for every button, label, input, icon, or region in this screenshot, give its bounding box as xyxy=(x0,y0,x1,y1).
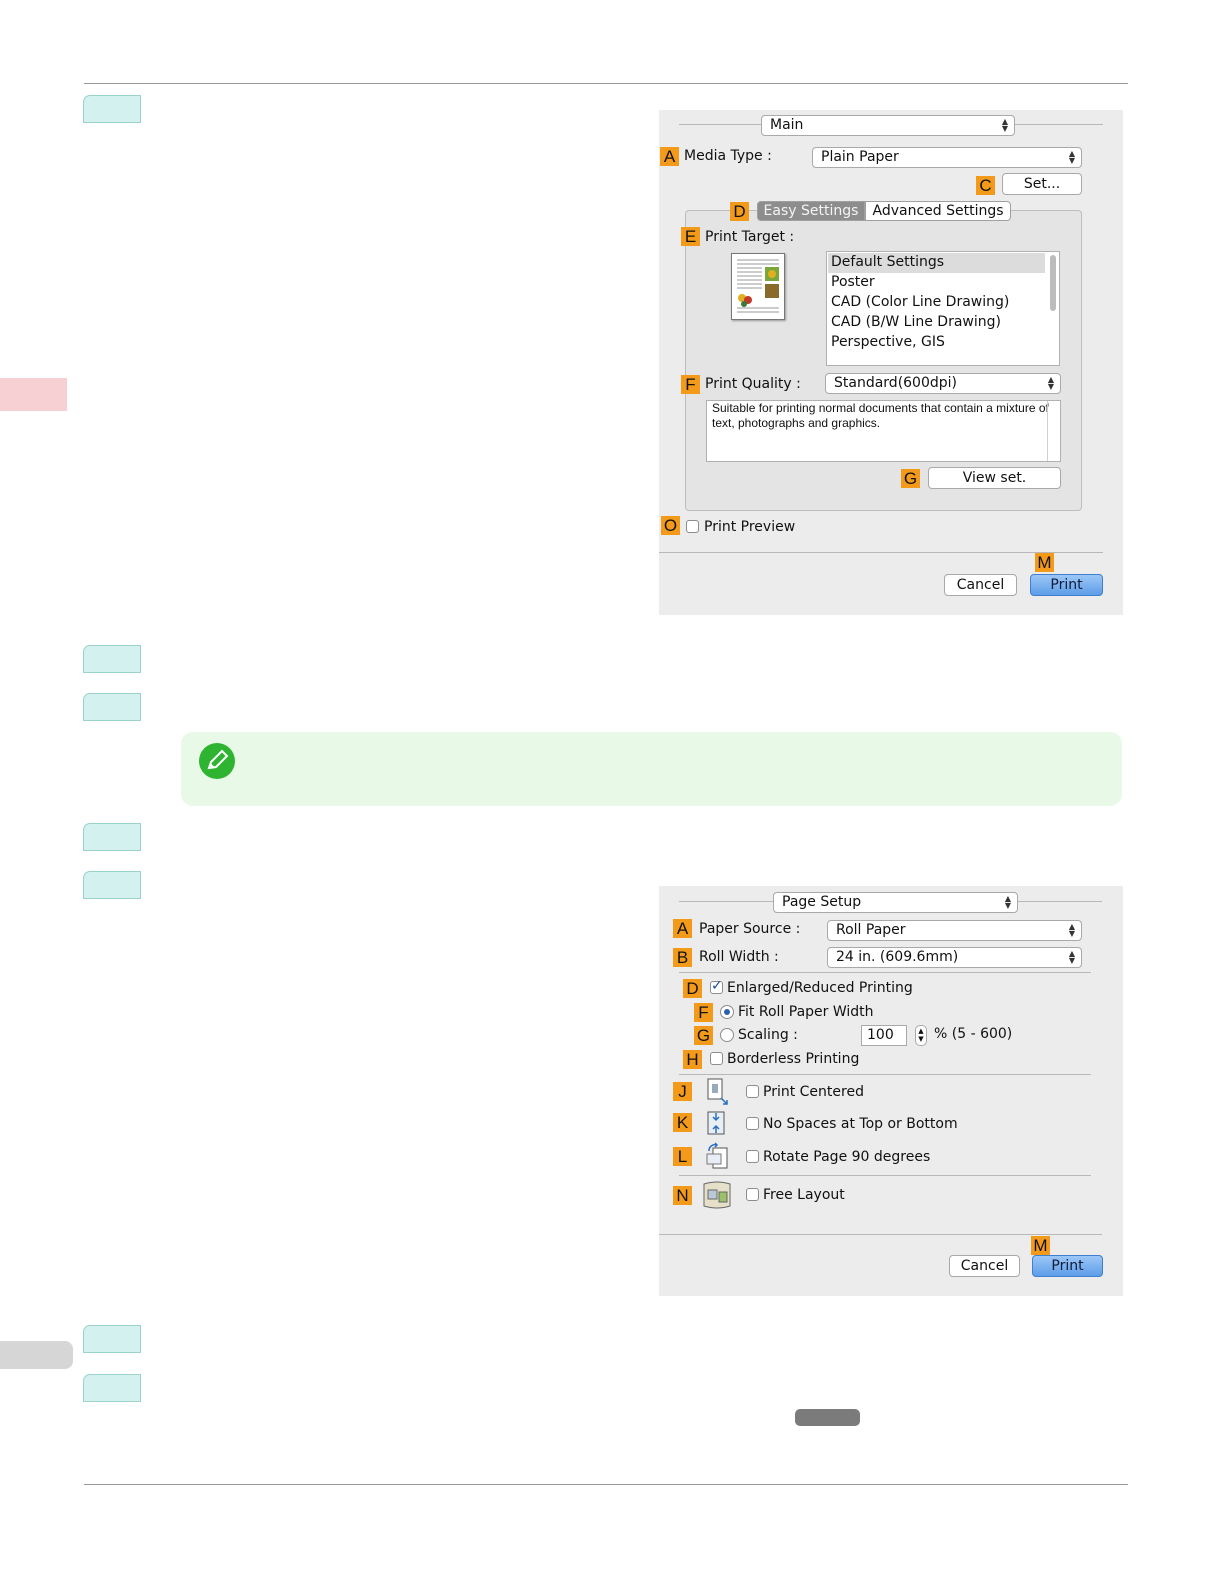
tab-advanced-settings[interactable]: Advanced Settings xyxy=(865,201,1011,221)
scaling-input[interactable]: 100 xyxy=(861,1025,907,1046)
roll-width-label: Roll Width : xyxy=(699,949,779,965)
no-spaces-label: No Spaces at Top or Bottom xyxy=(763,1116,958,1132)
print-quality-select[interactable]: Standard(600dpi) ▲ ▼ xyxy=(825,373,1061,394)
borderless-label: Borderless Printing xyxy=(727,1051,860,1067)
updown-arrows-icon: ▲ ▼ xyxy=(1001,117,1008,133)
step-marker xyxy=(83,1374,141,1402)
document-preview-icon xyxy=(731,253,785,320)
print-preview-checkbox[interactable] xyxy=(686,520,699,533)
step-marker xyxy=(83,693,141,721)
scaling-stepper[interactable]: ▲ ▼ xyxy=(915,1025,927,1046)
print-button[interactable]: Print xyxy=(1030,574,1103,596)
print-target-label: Print Target : xyxy=(705,229,795,245)
badge-g: G xyxy=(694,1026,713,1045)
free-layout-icon xyxy=(700,1178,734,1212)
badge-j: J xyxy=(673,1082,692,1101)
main-print-dialog: Main ▲ ▼ A Media Type : Plain Paper ▲ ▼ C … xyxy=(659,110,1123,615)
step-marker xyxy=(83,871,141,899)
updown-arrows-icon: ▲ ▼ xyxy=(1068,149,1075,165)
no-spaces-checkbox[interactable] xyxy=(746,1117,759,1130)
step-marker xyxy=(83,1325,141,1353)
updown-arrows-icon: ▲ ▼ xyxy=(1004,894,1011,910)
list-item[interactable]: Default Settings xyxy=(831,254,944,270)
scaling-radio[interactable] xyxy=(720,1028,734,1042)
list-item[interactable]: CAD (Color Line Drawing) xyxy=(831,294,1009,310)
cancel-button[interactable]: Cancel xyxy=(949,1255,1020,1277)
list-item[interactable]: Poster xyxy=(831,274,875,290)
roll-width-select[interactable]: 24 in. (609.6mm) ▲ ▼ xyxy=(827,947,1082,968)
chapter-side-tab xyxy=(0,378,67,411)
rotate-page-label: Rotate Page 90 degrees xyxy=(763,1149,931,1165)
print-button[interactable]: Print xyxy=(1032,1255,1103,1277)
panel-select[interactable]: Main ▲ ▼ xyxy=(761,115,1015,136)
media-type-select[interactable]: Plain Paper ▲ ▼ xyxy=(812,147,1082,168)
step-marker xyxy=(83,823,141,851)
cancel-button[interactable]: Cancel xyxy=(944,574,1017,596)
badge-a: A xyxy=(673,919,692,938)
enlarged-printing-checkbox[interactable] xyxy=(710,978,723,994)
fit-roll-width-radio[interactable] xyxy=(720,1005,734,1019)
list-item[interactable]: CAD (B/W Line Drawing) xyxy=(831,314,1001,330)
step-marker xyxy=(83,645,141,673)
print-quality-label: Print Quality : xyxy=(705,376,801,392)
list-item[interactable]: Perspective, GIS xyxy=(831,334,945,350)
free-layout-label: Free Layout xyxy=(763,1187,845,1203)
print-centered-checkbox[interactable] xyxy=(746,1085,759,1098)
note-pencil-icon xyxy=(199,743,235,779)
badge-f: F xyxy=(694,1003,713,1022)
updown-arrows-icon: ▲ ▼ xyxy=(1068,949,1075,965)
view-set-button[interactable]: View set. xyxy=(928,467,1061,489)
scaling-range-label: % (5 - 600) xyxy=(934,1026,1013,1042)
badge-m: M xyxy=(1035,553,1054,572)
description-scrollbar xyxy=(1047,401,1048,461)
badge-m: M xyxy=(1031,1236,1050,1255)
bottom-rule xyxy=(84,1484,1128,1485)
page-setup-dialog: Page Setup ▲ ▼ A Paper Source : Roll Pape… xyxy=(659,886,1123,1296)
print-centered-label: Print Centered xyxy=(763,1084,864,1100)
badge-d: D xyxy=(730,202,749,221)
step-marker xyxy=(83,95,141,123)
enlarged-printing-label: Enlarged/Reduced Printing xyxy=(727,980,913,996)
set-button[interactable]: Set... xyxy=(1002,173,1082,195)
badge-b: B xyxy=(673,948,692,967)
updown-arrows-icon: ▲ ▼ xyxy=(1068,922,1075,938)
rotate-page-icon xyxy=(705,1142,728,1169)
note-box xyxy=(181,732,1122,806)
print-target-list[interactable]: Default Settings Poster CAD (Color Line … xyxy=(826,251,1060,366)
badge-k: K xyxy=(673,1113,692,1132)
fit-roll-width-label: Fit Roll Paper Width xyxy=(738,1004,874,1020)
badge-h: H xyxy=(683,1050,702,1069)
top-rule xyxy=(84,83,1128,84)
badge-f: F xyxy=(681,375,700,394)
paper-source-label: Paper Source : xyxy=(699,921,801,937)
badge-l: L xyxy=(673,1147,692,1166)
free-layout-checkbox[interactable] xyxy=(746,1188,759,1201)
list-scrollbar[interactable] xyxy=(1050,255,1056,311)
updown-arrows-icon: ▲ ▼ xyxy=(1047,375,1054,391)
badge-a: A xyxy=(660,147,679,166)
tab-easy-settings[interactable]: Easy Settings xyxy=(757,201,865,221)
paper-source-select[interactable]: Roll Paper ▲ ▼ xyxy=(827,920,1082,941)
print-centered-icon xyxy=(705,1078,728,1105)
borderless-checkbox[interactable] xyxy=(710,1052,723,1065)
rotate-page-checkbox[interactable] xyxy=(746,1150,759,1163)
no-spaces-icon xyxy=(705,1110,727,1136)
quality-description: Suitable for printing normal documents t… xyxy=(706,400,1061,462)
badge-o: O xyxy=(661,516,680,535)
badge-c: C xyxy=(976,176,995,195)
key-button-graphic xyxy=(795,1409,860,1426)
badge-n: N xyxy=(673,1186,692,1205)
badge-e: E xyxy=(681,227,700,246)
scaling-label: Scaling : xyxy=(738,1027,798,1043)
panel-select[interactable]: Page Setup ▲ ▼ xyxy=(773,892,1018,913)
section-side-tab xyxy=(0,1341,73,1369)
badge-d: D xyxy=(683,979,702,998)
media-type-label: Media Type : xyxy=(684,148,772,164)
print-preview-label: Print Preview xyxy=(704,519,796,535)
badge-g: G xyxy=(901,469,920,488)
